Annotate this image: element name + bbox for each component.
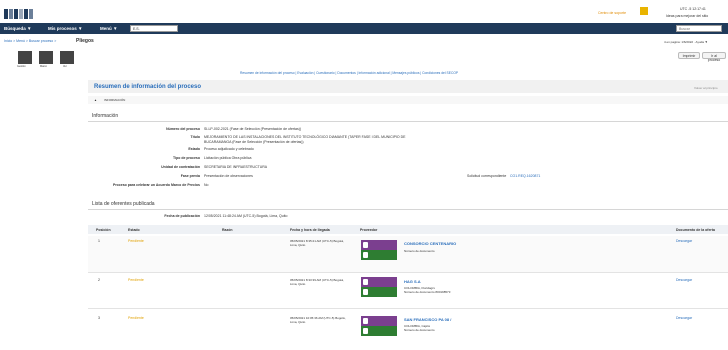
thumb-1-icon[interactable] <box>18 51 32 64</box>
language-select-value: E.S. <box>133 27 140 31</box>
nav-menu[interactable]: Menú ▼ <box>100 26 117 31</box>
row-2-provider-doc: Número de documento 800198573 <box>404 290 451 294</box>
section-title: Resumen de información del proceso <box>94 84 202 90</box>
row-3-download-link[interactable]: Descargar <box>676 316 692 320</box>
info-heading: Información <box>92 113 119 119</box>
info-label-fase: Fase previa <box>180 174 200 178</box>
print-button[interactable]: Imprimir <box>678 52 700 59</box>
row-3-date: 05/05/2021 10:05:36 AM (UTC-5) Bogotá, L… <box>290 316 346 324</box>
thumb-3-icon[interactable] <box>60 51 74 64</box>
col-posicion: Posición <box>96 228 111 232</box>
solicitud-label: Solicitud correspondiente <box>467 174 507 178</box>
info-toggle-label: INFORMACIÓN <box>104 98 126 102</box>
row-3-position: 3 <box>98 316 100 320</box>
clock-text: UTC -5 12:17:41 <box>680 7 706 11</box>
thumb-2-icon[interactable] <box>39 51 53 64</box>
info-value-numero: SI-LP-002-2021 (Fase de Selección (Prese… <box>204 127 302 131</box>
col-estado: Estado <box>128 228 140 232</box>
pub-date-label: Fecha de publicación <box>164 214 200 218</box>
info-label-acuerdo: Proceso para celebrar un Acuerdo Marco d… <box>112 183 200 187</box>
info-value-acuerdo: No <box>204 183 209 187</box>
info-value-unidad: SECRETARIA DE INFRAESTRUCTURA <box>204 165 268 169</box>
col-fecha: Fecha y hora de llegada <box>290 228 330 232</box>
offers-divider <box>88 209 728 210</box>
info-label-numero: Número del proceso <box>166 127 200 131</box>
search-placeholder: Buscar <box>679 27 690 31</box>
row-1-date: 05/05/2021 8:35:21 AM (UTC-5) Bogotá, Li… <box>290 239 344 247</box>
info-value-titulo-2: BUCARAMANGA (Fase de Selección (Presenta… <box>204 140 304 144</box>
info-label-estado: Estado <box>188 147 200 151</box>
info-label-tipo: Tipo de proceso <box>173 156 200 160</box>
row-3-status: Pendiente <box>128 316 144 320</box>
row-1-position: 1 <box>98 239 100 243</box>
row-2-provider-link[interactable]: HAG S.A <box>404 279 421 284</box>
row-2-provider-logo <box>361 277 397 297</box>
page-title: Pliegos <box>76 38 94 44</box>
table-header <box>88 225 728 234</box>
row-3-provider-link[interactable]: SAN FRANCISCO PA 08 / <box>404 317 451 322</box>
info-value-tipo: Licitación pública Obra pública <box>204 156 252 160</box>
info-label-titulo: Título <box>190 135 200 139</box>
row-3-provider-doc: Número de documento <box>404 328 435 332</box>
nav-busqueda[interactable]: Búsqueda ▼ <box>4 26 31 31</box>
info-label-unidad: Unidad de contratación <box>161 165 200 169</box>
row-1-download-link[interactable]: Descargar <box>676 239 692 243</box>
top-header: Centro de soporte UTC -5 12:17:41 Ideas … <box>0 0 728 23</box>
row-divider <box>88 272 728 273</box>
col-razon: Razón <box>222 228 233 232</box>
breadcrumb[interactable]: Inicio > Menú > Buscar proceso > <box>4 39 56 43</box>
info-value-titulo: MEJORAMIENTO DE LAS INSTALACIONES DEL IN… <box>204 135 406 139</box>
back-button[interactable]: Ir al proceso <box>702 52 726 62</box>
nav-bar: Búsqueda ▼ Mis procesos ▼ Menú ▼ E.S. Bu… <box>0 23 728 34</box>
row-1-provider-link[interactable]: CONSORCIO CENTENARIO <box>404 241 456 246</box>
toggle-icon[interactable]: ▲ <box>94 98 97 102</box>
solicitud-link[interactable]: CO1.REQ.1620871 <box>510 174 540 178</box>
support-link[interactable]: Centro de soporte <box>598 11 626 15</box>
info-toggle-bar[interactable] <box>88 96 728 104</box>
notification-icon[interactable] <box>640 7 648 15</box>
pub-date-value: 12/05/2021 11:48:24 AM (UTC-5) Bogotá, L… <box>204 214 288 218</box>
row-divider <box>88 308 728 309</box>
back-to-top-link[interactable]: Volver al principio <box>694 86 718 90</box>
ideas-link[interactable]: Ideas para mejorar del sitio <box>666 14 708 18</box>
row-3-provider-logo <box>361 316 397 336</box>
section-links[interactable]: Resumen de información del proceso | Eva… <box>240 71 458 75</box>
thumb-3-label: Ver <box>63 65 67 68</box>
language-select[interactable]: E.S. <box>130 25 178 32</box>
row-2-date: 05/05/2021 8:33:39 AM (UTC-5) Bogotá, Li… <box>290 278 344 286</box>
logo <box>4 9 38 19</box>
info-value-fase: Presentación de observaciones <box>204 174 253 178</box>
info-value-estado: Proceso adjudicado y celebrado <box>204 147 254 151</box>
offers-heading: Lista de oferentes publicada <box>92 201 155 207</box>
info-divider <box>88 121 728 122</box>
thumb-1-label: Gestión <box>17 65 26 68</box>
row-1-provider-sub: Número de documento <box>404 249 435 253</box>
nav-mis-procesos[interactable]: Mis procesos ▼ <box>48 26 82 31</box>
col-documento: Documento de la oferta <box>676 228 715 232</box>
thumb-2-label: Marco <box>40 65 47 68</box>
search-input[interactable]: Buscar <box>676 25 722 32</box>
row-2-position: 2 <box>98 278 100 282</box>
row-1-status: Pendiente <box>128 239 144 243</box>
row-1-provider-logo <box>361 240 397 260</box>
col-proveedor: Proveedor <box>360 228 378 232</box>
row-2-download-link[interactable]: Descargar <box>676 278 692 282</box>
top-right-info[interactable]: 4 en pagina: 1/6/2022 · Ayuda ▼ <box>664 40 708 44</box>
row-2-status: Pendiente <box>128 278 144 282</box>
